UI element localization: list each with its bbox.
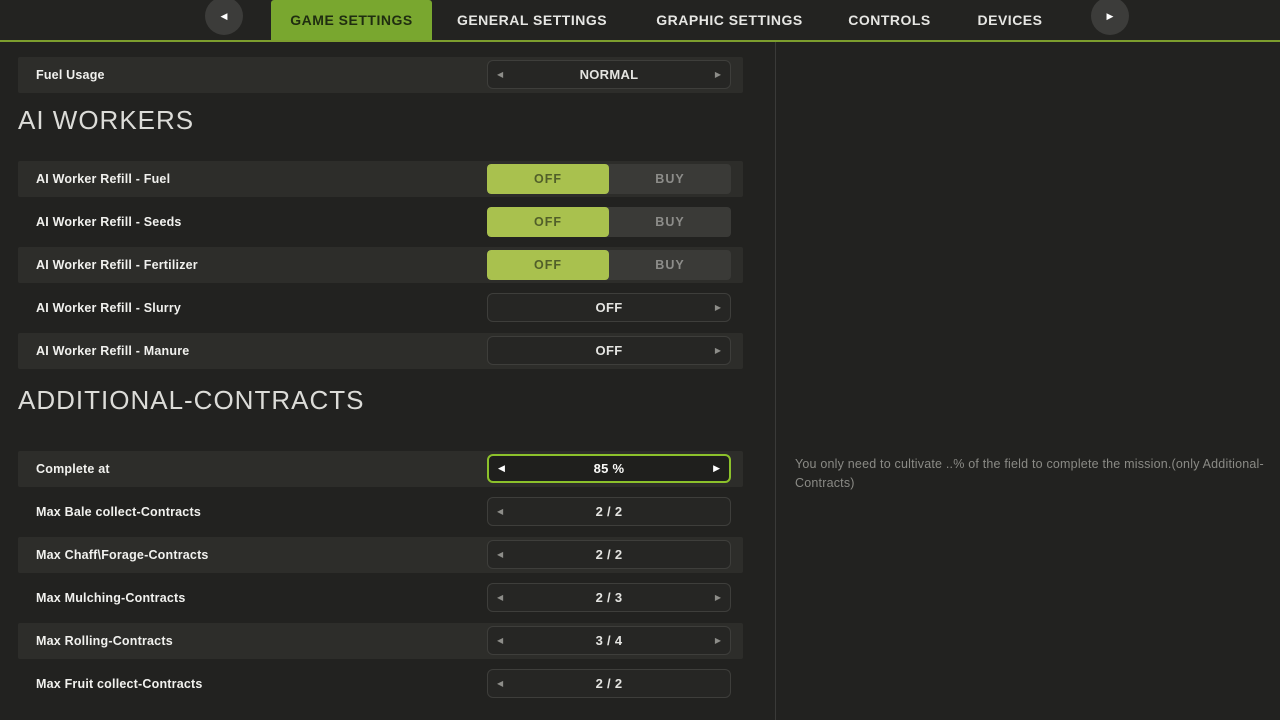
setting-row: Max Chaff\Forage-Contracts ◀2 / 2▶	[18, 537, 743, 573]
stepper-left-arrow-icon[interactable]: ◀	[497, 637, 503, 645]
tab-general-settings[interactable]: GENERAL SETTINGS	[432, 0, 632, 40]
stepper-left-arrow-icon[interactable]: ◀	[497, 594, 503, 602]
setting-label: AI Worker Refill - Manure	[36, 344, 189, 358]
section-header-additional-contracts: ADDITIONAL-CONTRACTS	[18, 385, 743, 415]
toggle-option-buy[interactable]: BUY	[609, 250, 731, 280]
panel-divider	[775, 42, 776, 720]
stepper-value: 2 / 2	[488, 504, 730, 519]
tab-controls[interactable]: CONTROLS	[827, 0, 952, 40]
setting-row: Max Fruit collect-Contracts ◀2 / 2▶	[18, 666, 743, 702]
stepper-right-arrow-icon[interactable]: ▶	[713, 464, 720, 473]
right-arrow-icon: ▶	[1107, 11, 1114, 22]
value-stepper[interactable]: ◀2 / 3▶	[487, 583, 731, 612]
tab-devices[interactable]: DEVICES	[952, 0, 1068, 40]
setting-row: Complete at ◀85 %▶	[18, 451, 743, 487]
toggle-option-off[interactable]: OFF	[487, 250, 609, 280]
stepper-right-arrow-icon[interactable]: ▶	[715, 347, 721, 355]
stepper-value: NORMAL	[488, 67, 730, 82]
setting-label: AI Worker Refill - Slurry	[36, 301, 181, 315]
setting-label: Max Mulching-Contracts	[36, 591, 186, 605]
setting-label: AI Worker Refill - Fertilizer	[36, 258, 198, 272]
stepper-value: 85 %	[489, 461, 729, 476]
value-stepper[interactable]: ◀NORMAL▶	[487, 60, 731, 89]
value-stepper[interactable]: ◀2 / 2▶	[487, 669, 731, 698]
stepper-value: OFF	[488, 343, 730, 358]
stepper-left-arrow-icon[interactable]: ◀	[497, 680, 503, 688]
value-stepper[interactable]: ◀85 %▶	[487, 454, 731, 483]
toggle-control: OFFBUY	[487, 164, 731, 194]
settings-main-area: Fuel Usage◀NORMAL▶AI WORKERSAI Worker Re…	[0, 42, 1280, 720]
setting-label: Complete at	[36, 462, 110, 476]
toggle-option-buy[interactable]: BUY	[609, 164, 731, 194]
toggle-option-off[interactable]: OFF	[487, 164, 609, 194]
toggle-control: OFFBUY	[487, 250, 731, 280]
setting-label: Max Chaff\Forage-Contracts	[36, 548, 209, 562]
left-arrow-icon: ◀	[221, 11, 228, 22]
setting-label: Max Bale collect-Contracts	[36, 505, 201, 519]
toggle-option-off[interactable]: OFF	[487, 207, 609, 237]
setting-help-text: You only need to cultivate ..% of the fi…	[795, 455, 1267, 494]
setting-row: AI Worker Refill - Seeds OFFBUY	[18, 204, 743, 240]
setting-row: Max Rolling-Contracts ◀3 / 4▶	[18, 623, 743, 659]
stepper-value: 2 / 3	[488, 590, 730, 605]
tab-game-settings[interactable]: GAME SETTINGS	[271, 0, 432, 40]
setting-row: AI Worker Refill - Slurry ◀OFF▶	[18, 290, 743, 326]
top-tab-bar: ◀ GAME SETTINGSGENERAL SETTINGSGRAPHIC S…	[0, 0, 1280, 42]
stepper-value: OFF	[488, 300, 730, 315]
tab-strip: GAME SETTINGSGENERAL SETTINGSGRAPHIC SET…	[271, 0, 1068, 40]
toggle-option-buy[interactable]: BUY	[609, 207, 731, 237]
stepper-right-arrow-icon[interactable]: ▶	[715, 594, 721, 602]
value-stepper[interactable]: ◀2 / 2▶	[487, 540, 731, 569]
stepper-left-arrow-icon[interactable]: ◀	[498, 464, 505, 473]
stepper-value: 2 / 2	[488, 676, 730, 691]
stepper-right-arrow-icon[interactable]: ▶	[715, 304, 721, 312]
tab-graphic-settings[interactable]: GRAPHIC SETTINGS	[632, 0, 827, 40]
stepper-right-arrow-icon[interactable]: ▶	[715, 637, 721, 645]
stepper-left-arrow-icon[interactable]: ◀	[497, 71, 503, 79]
setting-row: Fuel Usage ◀NORMAL▶	[18, 57, 743, 93]
stepper-value: 2 / 2	[488, 547, 730, 562]
section-header-ai-workers: AI WORKERS	[18, 105, 743, 135]
setting-row: AI Worker Refill - Fuel OFFBUY	[18, 161, 743, 197]
stepper-left-arrow-icon[interactable]: ◀	[497, 551, 503, 559]
stepper-right-arrow-icon[interactable]: ▶	[715, 71, 721, 79]
setting-label: Max Fruit collect-Contracts	[36, 677, 203, 691]
value-stepper[interactable]: ◀OFF▶	[487, 293, 731, 322]
settings-list: Fuel Usage◀NORMAL▶AI WORKERSAI Worker Re…	[18, 42, 743, 709]
setting-label: AI Worker Refill - Fuel	[36, 172, 170, 186]
next-tab-button[interactable]: ▶	[1091, 0, 1129, 35]
stepper-value: 3 / 4	[488, 633, 730, 648]
setting-row: Max Bale collect-Contracts ◀2 / 2▶	[18, 494, 743, 530]
setting-row: Max Mulching-Contracts ◀2 / 3▶	[18, 580, 743, 616]
value-stepper[interactable]: ◀OFF▶	[487, 336, 731, 365]
value-stepper[interactable]: ◀3 / 4▶	[487, 626, 731, 655]
setting-row: AI Worker Refill - Fertilizer OFFBUY	[18, 247, 743, 283]
game-settings-screen: ◀ GAME SETTINGSGENERAL SETTINGSGRAPHIC S…	[0, 0, 1280, 720]
setting-row: AI Worker Refill - Manure ◀OFF▶	[18, 333, 743, 369]
setting-label: Fuel Usage	[36, 68, 105, 82]
toggle-control: OFFBUY	[487, 207, 731, 237]
previous-tab-button[interactable]: ◀	[205, 0, 243, 35]
stepper-left-arrow-icon[interactable]: ◀	[497, 508, 503, 516]
value-stepper[interactable]: ◀2 / 2▶	[487, 497, 731, 526]
setting-label: Max Rolling-Contracts	[36, 634, 173, 648]
setting-label: AI Worker Refill - Seeds	[36, 215, 182, 229]
